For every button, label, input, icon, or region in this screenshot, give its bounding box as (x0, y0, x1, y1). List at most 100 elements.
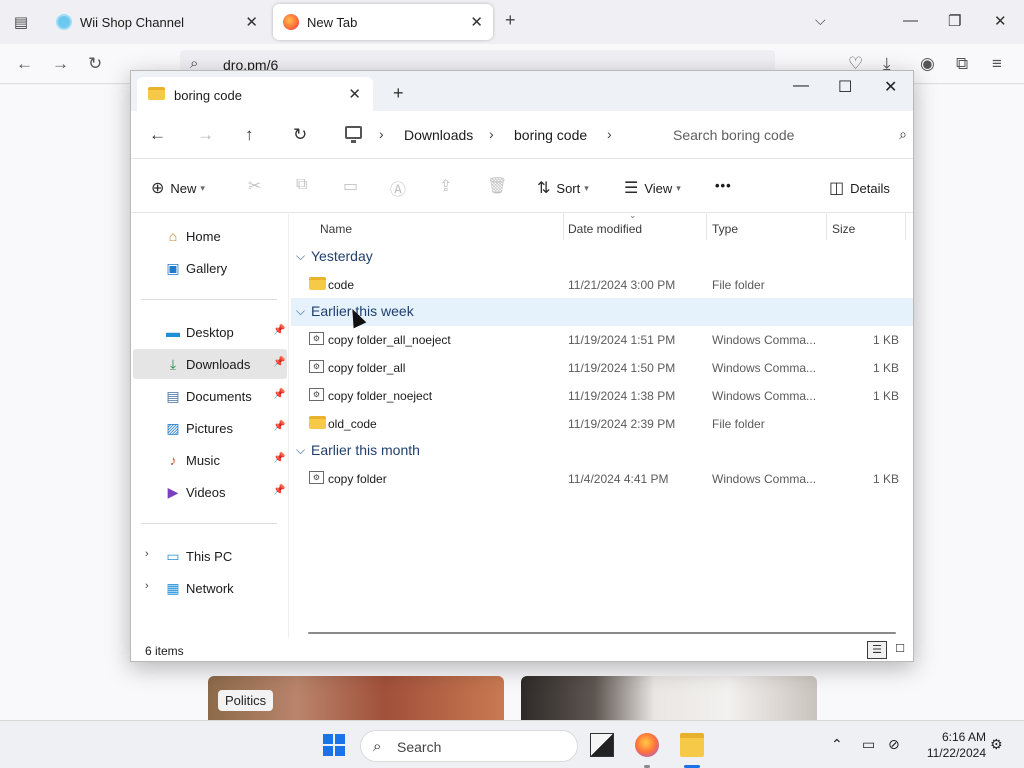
close-icon[interactable]: ✕ (348, 85, 361, 103)
close-icon[interactable]: ✕ (470, 13, 483, 31)
copy-icon[interactable]: ⧉ (296, 176, 307, 194)
new-button[interactable]: ⊕ New ▾ (151, 178, 205, 198)
browser-tab-new-tab[interactable]: New Tab ✕ (273, 4, 493, 40)
navigation-pane: ⌂ Home ▣ Gallery ▬ Desktop 📌 ⤓ Downloads… (131, 214, 289, 638)
sidebar-item-videos[interactable]: ▶ Videos 📌 (133, 477, 287, 507)
back-icon[interactable]: ← (16, 54, 33, 74)
pin-icon[interactable]: 📌 (273, 325, 285, 336)
pin-icon[interactable]: 📌 (273, 421, 285, 432)
minimize-icon[interactable]: — (793, 77, 809, 95)
pin-icon[interactable]: 📌 (273, 485, 285, 496)
file-row[interactable]: old_code 11/19/2024 2:39 PM File folder (291, 410, 913, 438)
chevron-up-icon[interactable]: ⌃ (831, 736, 843, 753)
refresh-icon[interactable]: ↻ (293, 125, 307, 145)
maximize-icon[interactable]: ☐ (838, 77, 852, 97)
system-clock[interactable]: 6:16 AM 11/22/2024 (910, 729, 986, 761)
file-row[interactable]: code 11/21/2024 3:00 PM File folder (291, 271, 913, 299)
firefox-icon[interactable] (635, 733, 659, 757)
sidebar-item-this-pc[interactable]: › ▭ This PC (133, 541, 287, 571)
task-view-icon[interactable] (590, 733, 614, 757)
notifications-icon[interactable]: ⚙ (990, 736, 1003, 753)
sidebar-item-documents[interactable]: ▤ Documents 📌 (133, 381, 287, 411)
sidebar-item-gallery[interactable]: ▣ Gallery (133, 253, 287, 283)
group-header-earlier-this-week[interactable]: ⌵ Earlier this week (291, 298, 913, 326)
breadcrumb[interactable]: › Downloads › boring code › (331, 118, 653, 151)
forward-icon[interactable]: → (197, 125, 214, 145)
chevron-right-icon[interactable]: › (145, 548, 149, 560)
horizontal-scrollbar[interactable] (308, 632, 896, 634)
back-icon[interactable]: ← (149, 125, 166, 145)
chevron-right-icon[interactable]: › (489, 126, 494, 142)
sidebar-item-home[interactable]: ⌂ Home (133, 221, 287, 251)
menu-icon[interactable]: ≡ (992, 54, 1002, 74)
restore-icon[interactable]: ❐ (948, 12, 961, 30)
sidebar-item-desktop[interactable]: ▬ Desktop 📌 (133, 317, 287, 347)
file-type: Windows Comma... (712, 389, 817, 403)
close-window-icon[interactable]: ✕ (994, 12, 1007, 30)
close-icon[interactable]: ✕ (245, 13, 258, 31)
column-divider[interactable] (563, 214, 564, 240)
paste-icon[interactable]: ▭ (343, 176, 358, 196)
group-header-yesterday[interactable]: ⌵ Yesterday (291, 243, 913, 271)
windows-start-icon[interactable] (323, 734, 345, 756)
account-icon[interactable]: ◉ (920, 54, 935, 74)
delete-icon[interactable]: 🗑 (487, 176, 507, 196)
sort-button[interactable]: ⇅ Sort ▾ (537, 178, 589, 198)
extensions-icon[interactable]: ⧉ (956, 54, 968, 74)
minimize-icon[interactable]: — (903, 12, 918, 29)
sidebar-item-network[interactable]: › ▦ Network (133, 573, 287, 603)
breadcrumb-downloads[interactable]: Downloads (404, 127, 473, 143)
news-card[interactable]: Politics (208, 676, 504, 720)
explorer-tab[interactable]: boring code ✕ (137, 77, 373, 111)
more-options-button[interactable]: ••• (715, 178, 732, 193)
news-card[interactable] (521, 676, 817, 720)
column-header-name[interactable]: Name (320, 222, 352, 236)
file-row[interactable]: ⚙ copy folder_all 11/19/2024 1:50 PM Win… (291, 354, 913, 382)
display-icon[interactable]: ▭ (862, 736, 875, 753)
file-row[interactable]: ⚙ copy folder 11/4/2024 4:41 PM Windows … (291, 465, 913, 493)
chevron-right-icon[interactable]: › (607, 126, 612, 142)
file-name: copy folder_noeject (328, 389, 433, 403)
group-header-earlier-this-month[interactable]: ⌵ Earlier this month (291, 437, 913, 465)
pin-icon[interactable]: 📌 (273, 389, 285, 400)
details-view-icon[interactable]: ☰ (867, 641, 887, 659)
new-tab-icon[interactable]: + (393, 83, 404, 104)
forward-icon[interactable]: → (52, 54, 69, 74)
new-tab-icon[interactable]: + (505, 10, 516, 31)
browser-tab-wii-shop[interactable]: Wii Shop Channel ✕ (46, 4, 268, 40)
pin-icon[interactable]: 📌 (273, 357, 285, 368)
file-type: File folder (712, 278, 765, 292)
breadcrumb-boring-code[interactable]: boring code (514, 127, 587, 143)
rename-icon[interactable]: Ⓐ (390, 176, 406, 200)
search-input[interactable]: Search boring code ⌕ (661, 118, 911, 151)
taskbar-search[interactable]: ⌕ Search (360, 730, 578, 762)
chevron-right-icon[interactable]: › (379, 126, 384, 142)
file-row[interactable]: ⚙ copy folder_noeject 11/19/2024 1:38 PM… (291, 382, 913, 410)
up-icon[interactable]: ↑ (245, 125, 254, 145)
home-icon: ⌂ (168, 228, 178, 244)
column-header-type[interactable]: Type (712, 222, 738, 236)
chevron-down-icon[interactable]: ⌵ (815, 12, 826, 29)
column-divider[interactable] (905, 214, 906, 240)
column-header-date[interactable]: Date modified (568, 222, 642, 236)
file-explorer-icon[interactable] (680, 733, 704, 757)
cut-icon[interactable]: ✂ (248, 176, 261, 196)
sidebar-item-downloads[interactable]: ⤓ Downloads 📌 (133, 349, 287, 379)
share-icon[interactable]: ⇪ (439, 176, 452, 196)
chevron-right-icon[interactable]: › (145, 580, 149, 592)
sidebar-item-music[interactable]: ♪ Music 📌 (133, 445, 287, 475)
tiles-view-icon[interactable]: ☐ (890, 641, 910, 659)
tab-list-icon[interactable]: ▤ (0, 0, 42, 44)
details-button[interactable]: ◫ Details (829, 178, 890, 198)
sidebar-item-pictures[interactable]: ▨ Pictures 📌 (133, 413, 287, 443)
close-window-icon[interactable]: ✕ (884, 77, 897, 97)
view-button[interactable]: ☰ View ▾ (624, 178, 681, 198)
file-row[interactable]: ⚙ copy folder_all_noeject 11/19/2024 1:5… (291, 326, 913, 354)
reload-icon[interactable]: ↻ (88, 54, 102, 74)
column-divider[interactable] (826, 214, 827, 240)
column-header-size[interactable]: Size (832, 222, 855, 236)
network-offline-icon[interactable]: ⊘ (888, 736, 900, 753)
tab-title: New Tab (307, 14, 358, 30)
pin-icon[interactable]: 📌 (273, 453, 285, 464)
column-divider[interactable] (706, 214, 707, 240)
